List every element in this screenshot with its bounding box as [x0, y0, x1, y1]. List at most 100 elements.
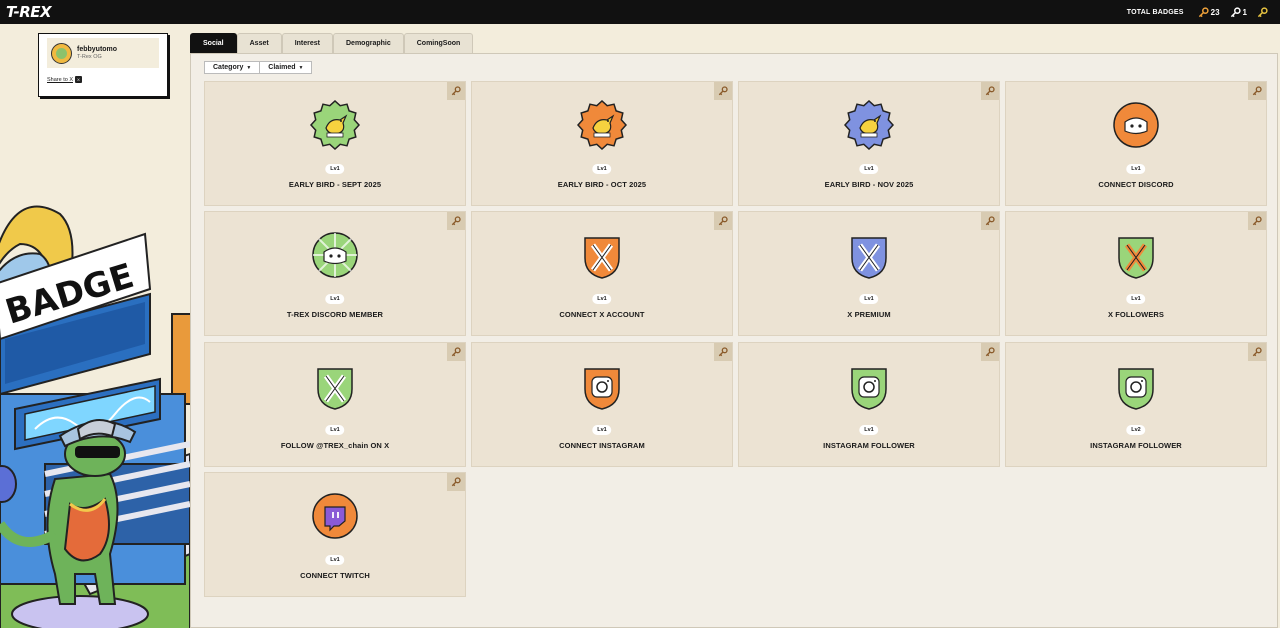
- key-icon[interactable]: [447, 212, 465, 230]
- badge-name: EARLY BIRD - OCT 2025: [557, 180, 647, 189]
- discord-orange-badge-icon: [1111, 100, 1161, 150]
- x-blue-badge-icon: [844, 230, 894, 280]
- badge-card[interactable]: Lv1 EARLY BIRD - OCT 2025: [471, 81, 733, 206]
- badge-card[interactable]: Lv1 INSTAGRAM FOLLOWER: [738, 342, 1000, 467]
- badge-panel: Category ▼ Claimed ▼ Lv1 EARLY BIRD - SEP…: [190, 53, 1278, 628]
- badge-level: Lv1: [325, 425, 345, 435]
- badge-tabs: Social Asset Interest Demographic Coming…: [190, 33, 474, 53]
- key-icon[interactable]: [714, 212, 732, 230]
- badge-name: INSTAGRAM FOLLOWER: [1090, 441, 1182, 450]
- badge-level: Lv1: [859, 294, 879, 304]
- badge-card[interactable]: Lv1 CONNECT X ACCOUNT: [471, 211, 733, 336]
- tab-demographic[interactable]: Demographic: [333, 33, 404, 53]
- badge-card[interactable]: Lv1 EARLY BIRD - NOV 2025: [738, 81, 1000, 206]
- claimed-filter[interactable]: Claimed ▼: [260, 61, 313, 74]
- key-icon: [1230, 6, 1241, 17]
- orange-key-counter: 23: [1198, 6, 1220, 18]
- key-icon[interactable]: [714, 343, 732, 361]
- badge-level: Lv1: [325, 555, 345, 565]
- tab-social[interactable]: Social: [190, 33, 237, 53]
- badge-card[interactable]: Lv1 X PREMIUM: [738, 211, 1000, 336]
- x-green-badge-icon: [310, 361, 360, 411]
- key-icon[interactable]: [1248, 82, 1266, 100]
- gold-key-icon: [1257, 6, 1268, 18]
- key-icon: [1198, 6, 1209, 17]
- tab-asset[interactable]: Asset: [236, 33, 282, 53]
- username: febbyutomo: [77, 46, 118, 53]
- badge-name: INSTAGRAM FOLLOWER: [823, 441, 915, 450]
- share-to-x-link[interactable]: Share to X X: [47, 76, 159, 83]
- badge-level: Lv1: [592, 294, 612, 304]
- badge-level: Lv1: [859, 164, 879, 174]
- badge-level: Lv1: [1126, 164, 1146, 174]
- user-rank: T-Rex OG: [77, 54, 102, 60]
- filter-bar: Category ▼ Claimed ▼: [204, 61, 313, 74]
- x-green-orange-badge-icon: [1111, 230, 1161, 280]
- badge-level: Lv2: [1126, 425, 1146, 435]
- key-icon[interactable]: [981, 82, 999, 100]
- badge-name: CONNECT X ACCOUNT: [559, 310, 645, 319]
- badge-level: Lv1: [592, 425, 612, 435]
- early-bird-orange-badge-icon: [576, 99, 628, 151]
- orange-key-count: 23: [1210, 7, 1220, 17]
- badge-level: Lv1: [325, 294, 345, 304]
- key-icon[interactable]: [1248, 343, 1266, 361]
- share-label: Share to X: [47, 76, 73, 83]
- badge-card[interactable]: Lv1 T-REX DISCORD MEMBER: [204, 211, 466, 336]
- badge-name: EARLY BIRD - NOV 2025: [824, 180, 914, 189]
- avatar[interactable]: [51, 42, 72, 64]
- total-badges-label: TOTAL BADGES: [1126, 8, 1184, 16]
- instagram-green-badge-icon: [1111, 361, 1161, 411]
- badge-card[interactable]: Lv1 FOLLOW @TREX_chain ON X: [204, 342, 466, 467]
- instagram-orange-badge-icon: [577, 361, 627, 411]
- left-panel: febbyutomo T-Rex OG Share to X X BADGE: [0, 24, 190, 628]
- key-icon[interactable]: [447, 343, 465, 361]
- badge-name: EARLY BIRD - SEPT 2025: [288, 180, 382, 189]
- key-icon[interactable]: [981, 212, 999, 230]
- badge-name: CONNECT INSTAGRAM: [559, 441, 645, 450]
- key-icon[interactable]: [447, 473, 465, 491]
- twitch-orange-badge-icon: [310, 491, 360, 541]
- early-bird-green-badge-icon: [309, 99, 361, 151]
- badge-level: Lv1: [1126, 294, 1146, 304]
- claimed-filter-label: Claimed: [268, 64, 296, 71]
- badge-level: Lv1: [325, 164, 345, 174]
- x-icon: X: [75, 76, 82, 83]
- main-content: Social Asset Interest Demographic Coming…: [190, 24, 1280, 628]
- instagram-green-badge-icon: [844, 361, 894, 411]
- badge-name: X FOLLOWERS: [1107, 310, 1165, 319]
- badge-card[interactable]: Lv1 EARLY BIRD - SEPT 2025: [204, 81, 466, 206]
- badge-name: CONNECT DISCORD: [1098, 180, 1174, 189]
- tab-comingsoon[interactable]: ComingSoon: [403, 33, 474, 53]
- badge-card[interactable]: Lv1 CONNECT TWITCH: [204, 472, 466, 597]
- badge-name: FOLLOW @TREX_chain ON X: [280, 441, 390, 450]
- early-bird-blue-badge-icon: [843, 99, 895, 151]
- badge-level: Lv1: [859, 425, 879, 435]
- tab-interest[interactable]: Interest: [281, 33, 333, 53]
- key-icon[interactable]: [981, 343, 999, 361]
- badge-card[interactable]: Lv2 INSTAGRAM FOLLOWER: [1005, 342, 1267, 467]
- badge-name: X PREMIUM: [847, 310, 891, 319]
- badge-level: Lv1: [592, 164, 612, 174]
- white-key-counter: 1: [1230, 6, 1247, 18]
- top-bar: T-REX TOTAL BADGES 23 1: [0, 0, 1280, 24]
- total-badges: TOTAL BADGES 23 1: [1126, 6, 1268, 18]
- profile-header: febbyutomo T-Rex OG: [47, 38, 159, 68]
- badge-machine-illustration: BADGE: [0, 205, 190, 628]
- chevron-down-icon: ▼: [246, 64, 252, 71]
- profile-card: febbyutomo T-Rex OG Share to X X: [38, 33, 168, 97]
- badge-card[interactable]: Lv1 CONNECT DISCORD: [1005, 81, 1267, 206]
- trex-logo[interactable]: T-REX: [6, 3, 52, 21]
- category-filter-label: Category: [213, 64, 244, 71]
- badge-card[interactable]: Lv1 CONNECT INSTAGRAM: [471, 342, 733, 467]
- discord-green-badge-icon: [310, 230, 360, 280]
- key-icon[interactable]: [447, 82, 465, 100]
- badge-card[interactable]: Lv1 X FOLLOWERS: [1005, 211, 1267, 336]
- white-key-count: 1: [1242, 7, 1247, 17]
- badge-name: CONNECT TWITCH: [300, 571, 370, 580]
- badge-name: T-REX DISCORD MEMBER: [286, 310, 384, 319]
- key-icon[interactable]: [1248, 212, 1266, 230]
- category-filter[interactable]: Category ▼: [204, 61, 261, 74]
- chevron-down-icon: ▼: [298, 64, 304, 71]
- key-icon[interactable]: [714, 82, 732, 100]
